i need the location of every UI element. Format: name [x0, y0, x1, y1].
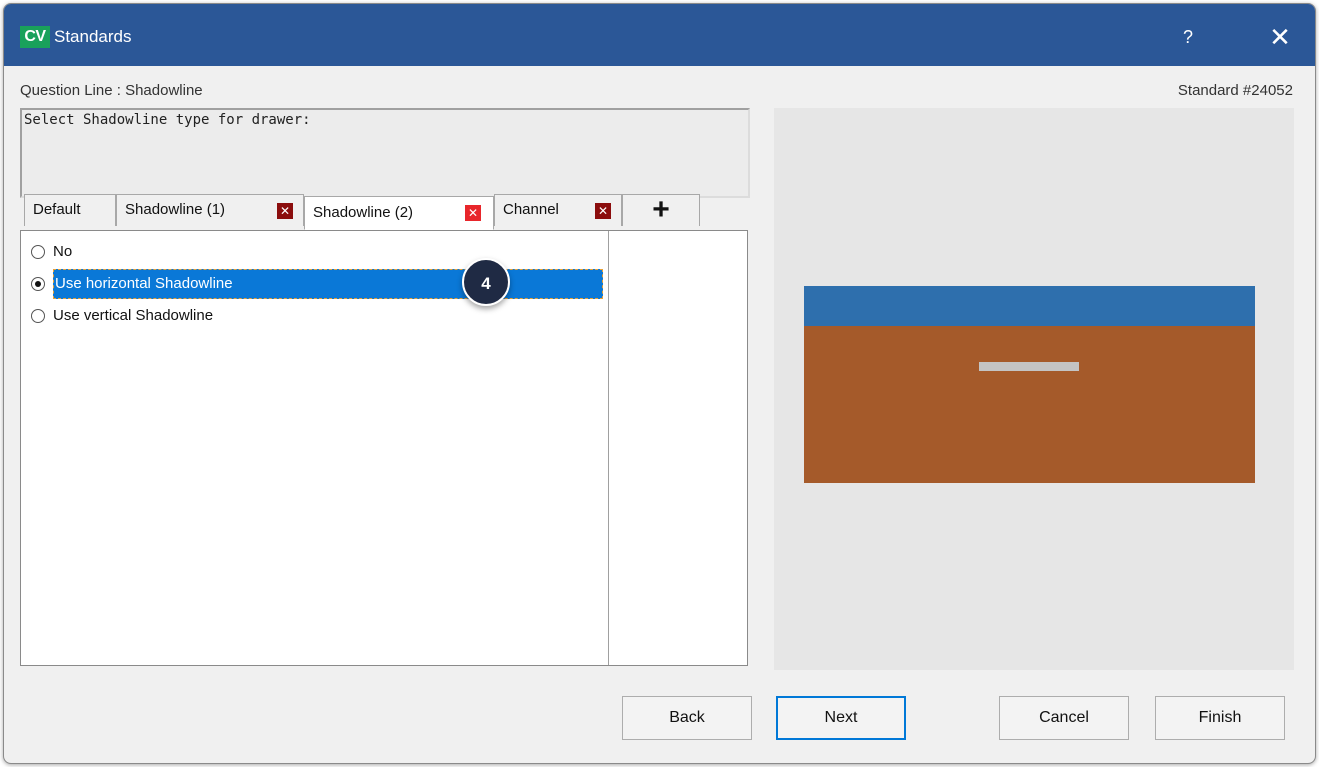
- drawer-top-band: [804, 286, 1255, 326]
- tab-shadowline-2[interactable]: Shadowline (2) ✕: [304, 196, 494, 230]
- question-description: Select Shadowline type for drawer:: [20, 108, 750, 198]
- option-label: No: [53, 243, 73, 260]
- radio-button[interactable]: [31, 245, 45, 259]
- description-text: Select Shadowline type for drawer:: [24, 112, 311, 128]
- tab-channel[interactable]: Channel ✕: [494, 194, 622, 226]
- tab-default[interactable]: Default: [24, 194, 116, 226]
- option-label: Use horizontal Shadowline: [53, 269, 603, 299]
- options-panel: No Use horizontal Shadowline Use vertica…: [20, 230, 748, 666]
- option-label: Use vertical Shadowline: [53, 307, 214, 324]
- next-button[interactable]: Next: [776, 696, 906, 740]
- standard-number: Standard #24052: [1177, 82, 1293, 99]
- tab-label: Default: [33, 201, 81, 218]
- tab-shadowline-1[interactable]: Shadowline (1) ✕: [116, 194, 304, 226]
- radio-button-checked[interactable]: [31, 277, 45, 291]
- tab-label: Shadowline (1): [125, 201, 226, 218]
- drawer-front: [804, 326, 1255, 483]
- close-box-icon[interactable]: ✕: [595, 203, 611, 219]
- cancel-button[interactable]: Cancel: [999, 696, 1129, 740]
- close-box-icon[interactable]: ✕: [465, 205, 481, 221]
- radio-button[interactable]: [31, 309, 45, 323]
- tab-label: Shadowline (2): [313, 204, 414, 221]
- close-box-icon[interactable]: ✕: [277, 203, 293, 219]
- drawer-preview: [774, 108, 1294, 670]
- back-button[interactable]: Back: [622, 696, 752, 740]
- question-line-label: Question Line : Shadowline: [20, 82, 203, 99]
- step-callout-badge: 4: [462, 258, 510, 306]
- title-bar: CV Standards ? ✕: [4, 4, 1315, 66]
- standards-dialog: CV Standards ? ✕ Question Line : Shadowl…: [3, 3, 1316, 764]
- window-title: Standards: [54, 27, 132, 46]
- plus-icon: +: [652, 193, 670, 226]
- shadowline-mark: [979, 362, 1079, 371]
- app-logo-icon: CV: [20, 26, 50, 48]
- close-button[interactable]: ✕: [1260, 20, 1300, 54]
- finish-button[interactable]: Finish: [1155, 696, 1285, 740]
- add-tab-button[interactable]: +: [622, 194, 700, 226]
- help-button[interactable]: ?: [1171, 22, 1205, 52]
- tab-label: Channel: [503, 201, 559, 218]
- column-divider: [608, 231, 609, 665]
